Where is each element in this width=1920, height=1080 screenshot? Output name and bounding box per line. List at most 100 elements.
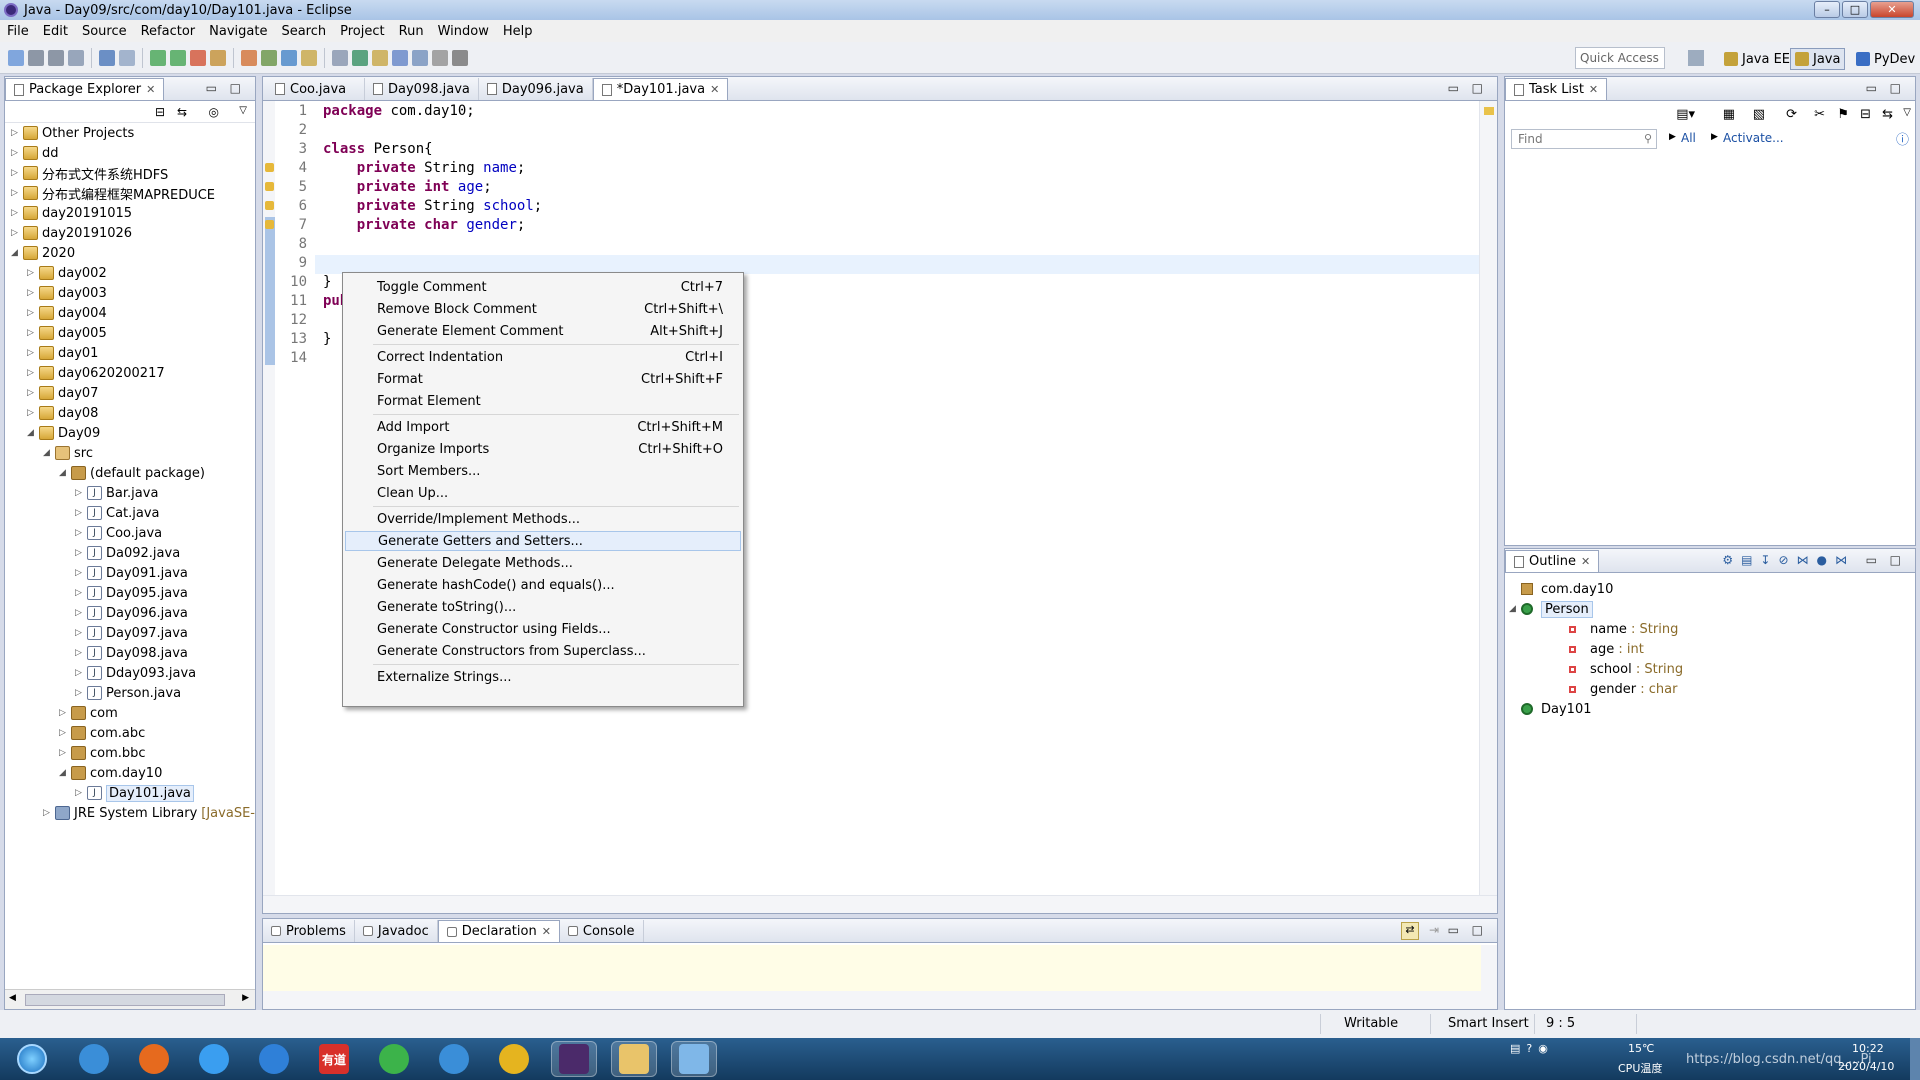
tree-item[interactable]: ▷ dd: [11, 143, 59, 163]
bottom-tab-console[interactable]: Console: [560, 920, 644, 942]
close-tab-icon[interactable]: ✕: [542, 925, 551, 938]
sync-icon[interactable]: ⟳: [1786, 107, 1797, 122]
taskbar-eclipse-icon[interactable]: [551, 1041, 597, 1077]
collapsed-arrow-icon[interactable]: ▷: [27, 328, 39, 338]
outline-toolbar-icons[interactable]: ⚙▤↧⊘⋈●⋈: [1722, 553, 1855, 567]
collapsed-arrow-icon[interactable]: ▷: [27, 308, 39, 318]
tray-icons[interactable]: ▤?◉: [1510, 1042, 1554, 1055]
new-package-icon[interactable]: [261, 49, 277, 66]
collapsed-arrow-icon[interactable]: ▷: [75, 548, 87, 558]
bottom-tab-problems[interactable]: Problems: [263, 920, 355, 942]
minimize-icon[interactable]: ▭: [206, 81, 217, 95]
collapsed-arrow-icon[interactable]: ▷: [75, 588, 87, 598]
minimize-icon[interactable]: ▭: [1866, 553, 1877, 567]
maximize-button[interactable]: □: [1842, 1, 1868, 18]
print-icon[interactable]: [68, 49, 84, 66]
tree-item[interactable]: ▷ com.bbc: [59, 743, 146, 763]
context-menu-item[interactable]: Correct Indentation Ctrl+I: [345, 347, 741, 367]
menu-navigate[interactable]: Navigate: [202, 24, 274, 39]
context-menu-item[interactable]: Sort Members...: [345, 461, 741, 481]
collapsed-arrow-icon[interactable]: ▷: [11, 148, 23, 158]
open-perspective-icon[interactable]: [1688, 50, 1704, 66]
view-menu-icon[interactable]: ▽: [239, 105, 247, 116]
menu-file[interactable]: File: [0, 24, 36, 39]
outline-item[interactable]: name : String: [1563, 619, 1678, 639]
tree-item[interactable]: ▷ day002: [27, 263, 107, 283]
minimize-icon[interactable]: ▭: [1866, 81, 1877, 95]
collapsed-arrow-icon[interactable]: ▷: [75, 508, 87, 518]
menu-project[interactable]: Project: [333, 24, 391, 39]
taskbar-baidu-netdisk-icon[interactable]: [191, 1041, 237, 1077]
tree-item[interactable]: ◢ com.day10: [59, 763, 162, 783]
minimize-button[interactable]: –: [1814, 1, 1840, 18]
tree-item[interactable]: ▷ 分布式编程框架MAPREDUCE: [11, 183, 215, 203]
collapsed-arrow-icon[interactable]: ▷: [27, 368, 39, 378]
overview-ruler[interactable]: [1479, 101, 1497, 895]
debug-icon[interactable]: [150, 49, 166, 66]
tree-item[interactable]: ▷ Other Projects: [11, 123, 134, 143]
link-with-editor-icon[interactable]: ⇄: [1401, 922, 1419, 940]
context-menu-item[interactable]: Generate Constructors from Superclass...: [345, 641, 741, 661]
start-button[interactable]: [7, 1041, 57, 1077]
context-menu-item[interactable]: Format Ctrl+Shift+F: [345, 369, 741, 389]
collapsed-arrow-icon[interactable]: ▷: [27, 408, 39, 418]
collapsed-arrow-icon[interactable]: ▷: [75, 488, 87, 498]
search-icon[interactable]: [332, 49, 348, 66]
collapsed-arrow-icon[interactable]: ▷: [75, 528, 87, 538]
tree-item[interactable]: ◢ 2020: [11, 243, 75, 263]
collapse-all-icon[interactable]: ⊟: [155, 105, 165, 119]
context-menu-item[interactable]: Add Import Ctrl+Shift+M: [345, 417, 741, 437]
run-icon[interactable]: [170, 49, 186, 66]
collapsed-arrow-icon[interactable]: ▷: [75, 788, 87, 798]
show-desktop-button[interactable]: [1910, 1038, 1920, 1080]
bottom-tab-javadoc[interactable]: Javadoc: [355, 920, 438, 942]
expanded-arrow-icon[interactable]: ◢: [59, 768, 71, 778]
perspective-java-ee[interactable]: Java EE: [1720, 48, 1794, 70]
context-menu-item[interactable]: Toggle Comment Ctrl+7: [345, 277, 741, 297]
taskbar-chrome-icon[interactable]: [491, 1041, 537, 1077]
tree-item[interactable]: ▷ J Coo.java: [75, 523, 162, 543]
tree-item[interactable]: ▷ J Day098.java: [75, 643, 188, 663]
annotation-icon[interactable]: [352, 49, 368, 66]
tree-item[interactable]: ▷ com: [59, 703, 118, 723]
context-menu-item[interactable]: Generate toString()...: [345, 597, 741, 617]
context-menu-item[interactable]: Generate hashCode() and equals()...: [345, 575, 741, 595]
maximize-icon[interactable]: □: [1890, 553, 1901, 567]
perspective-pydev[interactable]: PyDev: [1852, 48, 1919, 70]
tree-item[interactable]: ◢ (default package): [59, 463, 205, 483]
context-menu-item[interactable]: Remove Block Comment Ctrl+Shift+\: [345, 299, 741, 319]
horizontal-scrollbar[interactable]: ◀ ▶: [5, 989, 255, 1009]
taskbar-firefox-icon[interactable]: [131, 1041, 177, 1077]
context-menu-item[interactable]: Override/Implement Methods...: [345, 509, 741, 529]
maximize-icon[interactable]: □: [1472, 923, 1483, 937]
maximize-icon[interactable]: □: [1890, 81, 1901, 95]
new-java-project-icon[interactable]: [241, 49, 257, 66]
collapse-icon[interactable]: ⊟: [1860, 107, 1871, 122]
editor-minimize-icon[interactable]: ▭: [1448, 81, 1459, 95]
tree-item[interactable]: ▷ day005: [27, 323, 107, 343]
terminal-icon[interactable]: [99, 49, 115, 66]
collapsed-arrow-icon[interactable]: ▷: [11, 128, 23, 138]
expanded-arrow-icon[interactable]: ◢: [27, 428, 39, 438]
editor-maximize-icon[interactable]: □: [1472, 81, 1483, 95]
collapsed-arrow-icon[interactable]: ▷: [27, 348, 39, 358]
collapsed-arrow-icon[interactable]: ▷: [11, 228, 23, 238]
link-icon[interactable]: ⇆: [1882, 107, 1893, 122]
context-menu-item[interactable]: Generate Getters and Setters...: [345, 531, 741, 551]
activate-link[interactable]: Activate...: [1723, 131, 1784, 145]
tree-item[interactable]: ▷ day20191015: [11, 203, 132, 223]
all-link[interactable]: All: [1681, 131, 1696, 145]
maximize-icon[interactable]: □: [230, 81, 241, 95]
back-icon[interactable]: [432, 49, 448, 66]
tab-outline[interactable]: Outline ✕: [1505, 550, 1600, 572]
outline-item[interactable]: Day101: [1521, 699, 1591, 719]
close-tab-icon[interactable]: ✕: [710, 83, 719, 96]
tree-item[interactable]: ▷ J Day096.java: [75, 603, 188, 623]
save-icon[interactable]: [28, 49, 44, 66]
menu-window[interactable]: Window: [431, 24, 496, 39]
forward-icon[interactable]: [452, 49, 468, 66]
minimize-icon[interactable]: ▭: [1448, 923, 1459, 937]
editor-tab[interactable]: Day098.java: [365, 78, 479, 100]
tree-item[interactable]: ▷ J Person.java: [75, 683, 181, 703]
tree-item[interactable]: ▷ 分布式文件系统HDFS: [11, 163, 168, 183]
